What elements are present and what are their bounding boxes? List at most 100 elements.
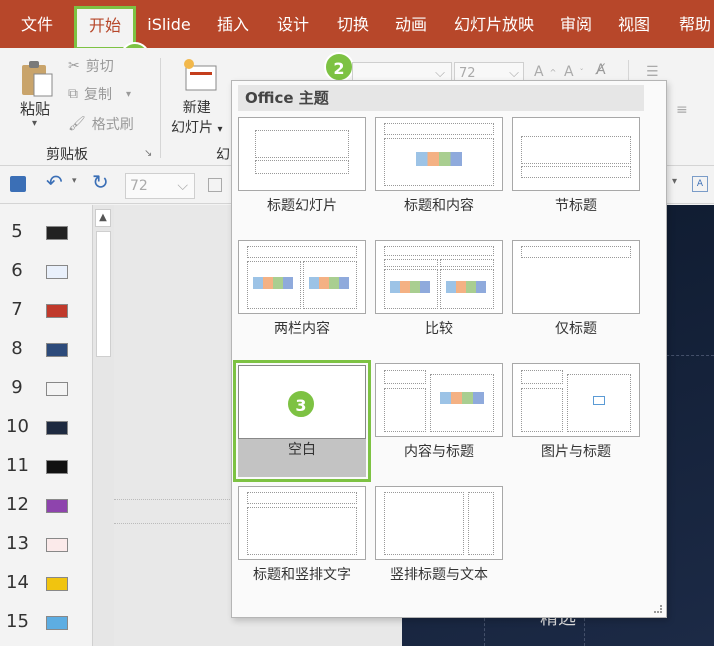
slide-thumb-row[interactable]: 10: [0, 408, 92, 446]
frame-icon[interactable]: [208, 178, 222, 192]
layout-comparison[interactable]: 比较: [375, 240, 503, 352]
slide-thumbnail[interactable]: [46, 265, 68, 279]
tab-animations[interactable]: 动画: [384, 0, 438, 48]
placeholder: [384, 388, 426, 432]
placeholder: [521, 246, 631, 258]
layout-thumbnail: [375, 240, 503, 314]
paste-icon[interactable]: [20, 60, 54, 98]
slide-thumbnail[interactable]: [46, 226, 68, 240]
zoom-value: 72: [130, 178, 148, 194]
layout-thumbnail: [238, 240, 366, 314]
slide-number: 13: [6, 533, 29, 554]
slide-number: 5: [11, 221, 23, 242]
new-slide-button[interactable]: 新建 幻灯片 ▾: [171, 98, 222, 140]
slide-thumb-row[interactable]: 12: [0, 486, 92, 524]
undo-icon[interactable]: ↶: [46, 170, 63, 194]
font-size-value: 72: [459, 66, 476, 81]
slide-thumb-row[interactable]: 9: [0, 369, 92, 407]
layout-section-header[interactable]: 节标题: [512, 117, 640, 229]
placeholder: [247, 492, 357, 504]
placeholder: [255, 160, 349, 174]
layout-title-content[interactable]: 标题和内容: [375, 117, 503, 229]
slide-thumbnail[interactable]: [46, 343, 68, 357]
slide-thumbnail[interactable]: [46, 304, 68, 318]
slide-thumb-row[interactable]: 15: [0, 603, 92, 641]
slide-thumb-row[interactable]: 5: [0, 213, 92, 251]
decrease-font-button[interactable]: Aˇ: [564, 64, 584, 80]
layout-title-vertical-text[interactable]: 标题和竖排文字: [238, 486, 366, 598]
layout-title-only[interactable]: 仅标题: [512, 240, 640, 352]
new-slide-label-2: 幻灯片: [171, 120, 213, 136]
tab-islide[interactable]: iSlide: [140, 0, 198, 48]
tab-design[interactable]: 设计: [266, 0, 320, 48]
align-right-icon[interactable]: ≡: [676, 102, 688, 118]
slide-thumbnail[interactable]: [46, 538, 68, 552]
tab-home[interactable]: 开始: [74, 6, 136, 50]
paste-button-label[interactable]: 粘贴: [20, 98, 50, 119]
slide-thumb-row[interactable]: 6: [0, 252, 92, 290]
format-painter-button[interactable]: 🖌 格式刷: [68, 114, 134, 134]
layout-picture-caption[interactable]: 图片与标题: [512, 363, 640, 475]
layout-label: 标题和内容: [404, 198, 474, 214]
layout-title-slide[interactable]: 标题幻灯片: [238, 117, 366, 229]
copy-icon: ⧉: [68, 86, 78, 102]
layout-thumbnail: [375, 117, 503, 191]
slide-thumb-row[interactable]: 14: [0, 564, 92, 602]
slide-number: 10: [6, 416, 29, 437]
brush-icon: 🖌: [68, 116, 86, 132]
layout-content-caption[interactable]: 内容与标题: [375, 363, 503, 475]
layout-two-content[interactable]: 两栏内容: [238, 240, 366, 352]
redo-icon[interactable]: ↻: [92, 170, 109, 194]
dialog-launcher-icon[interactable]: ↘: [144, 148, 152, 159]
tab-view[interactable]: 视图: [608, 0, 660, 48]
tab-file[interactable]: 文件: [8, 0, 66, 48]
increase-font-button[interactable]: A ^: [534, 64, 556, 80]
cut-label: 剪切: [85, 59, 114, 75]
paste-chevron-icon[interactable]: ▾: [32, 118, 37, 129]
placeholder: [440, 259, 494, 267]
cut-button[interactable]: ✂ 剪切: [68, 56, 114, 76]
bullets-icon[interactable]: ☰: [646, 64, 659, 80]
zoom-combo[interactable]: 72 ⌵: [125, 173, 195, 199]
layout-blank[interactable]: 空白 3: [233, 360, 371, 482]
layout-label: 比较: [425, 321, 453, 337]
placeholder: [521, 370, 563, 384]
scroll-up-arrow-icon[interactable]: ▲: [95, 209, 111, 227]
chevron-down-icon: ⌵: [177, 178, 188, 194]
slide-thumb-row[interactable]: 11: [0, 447, 92, 485]
slide-thumbnail[interactable]: [46, 421, 68, 435]
layout-thumbnail: [512, 363, 640, 437]
chevron-down-icon[interactable]: ▾: [72, 176, 77, 186]
slide-thumb-row[interactable]: 13: [0, 525, 92, 563]
new-slide-icon[interactable]: [180, 58, 220, 94]
slide-thumbnail[interactable]: [46, 577, 68, 591]
tab-review[interactable]: 审阅: [550, 0, 602, 48]
slide-thumb-row[interactable]: 7: [0, 291, 92, 329]
tab-insert[interactable]: 插入: [206, 0, 260, 48]
textbox-icon[interactable]: A: [692, 176, 708, 192]
layout-label: 图片与标题: [541, 444, 611, 460]
save-icon[interactable]: [10, 176, 26, 192]
tab-transitions[interactable]: 切换: [326, 0, 380, 48]
slide-thumbnail[interactable]: [46, 382, 68, 396]
chevron-down-icon[interactable]: ▾: [672, 176, 677, 187]
slide-thumbnail[interactable]: [46, 460, 68, 474]
placeholder: [521, 388, 563, 432]
layout-vertical-title-text[interactable]: 竖排标题与文本: [375, 486, 503, 598]
slide-number: 15: [6, 611, 29, 632]
tab-slideshow[interactable]: 幻灯片放映: [448, 0, 540, 48]
slide-thumbnail[interactable]: [46, 616, 68, 630]
thumbnail-scrollbar[interactable]: ▲: [92, 205, 114, 646]
resize-grip-icon[interactable]: [654, 605, 662, 613]
copy-button[interactable]: ⧉ 复制 ▾: [68, 84, 131, 104]
layout-thumbnail: [238, 117, 366, 191]
clear-format-icon[interactable]: A̸: [596, 62, 606, 78]
slide-thumbnail[interactable]: [46, 499, 68, 513]
layout-thumbnail: [512, 240, 640, 314]
clipboard-group-label: 剪贴板: [46, 147, 88, 163]
scroll-thumb[interactable]: [96, 231, 111, 357]
layout-label: 标题和竖排文字: [253, 567, 351, 583]
slides-group-label: 幻: [216, 147, 230, 163]
tab-help[interactable]: 帮助: [670, 0, 714, 48]
slide-thumb-row[interactable]: 8: [0, 330, 92, 368]
